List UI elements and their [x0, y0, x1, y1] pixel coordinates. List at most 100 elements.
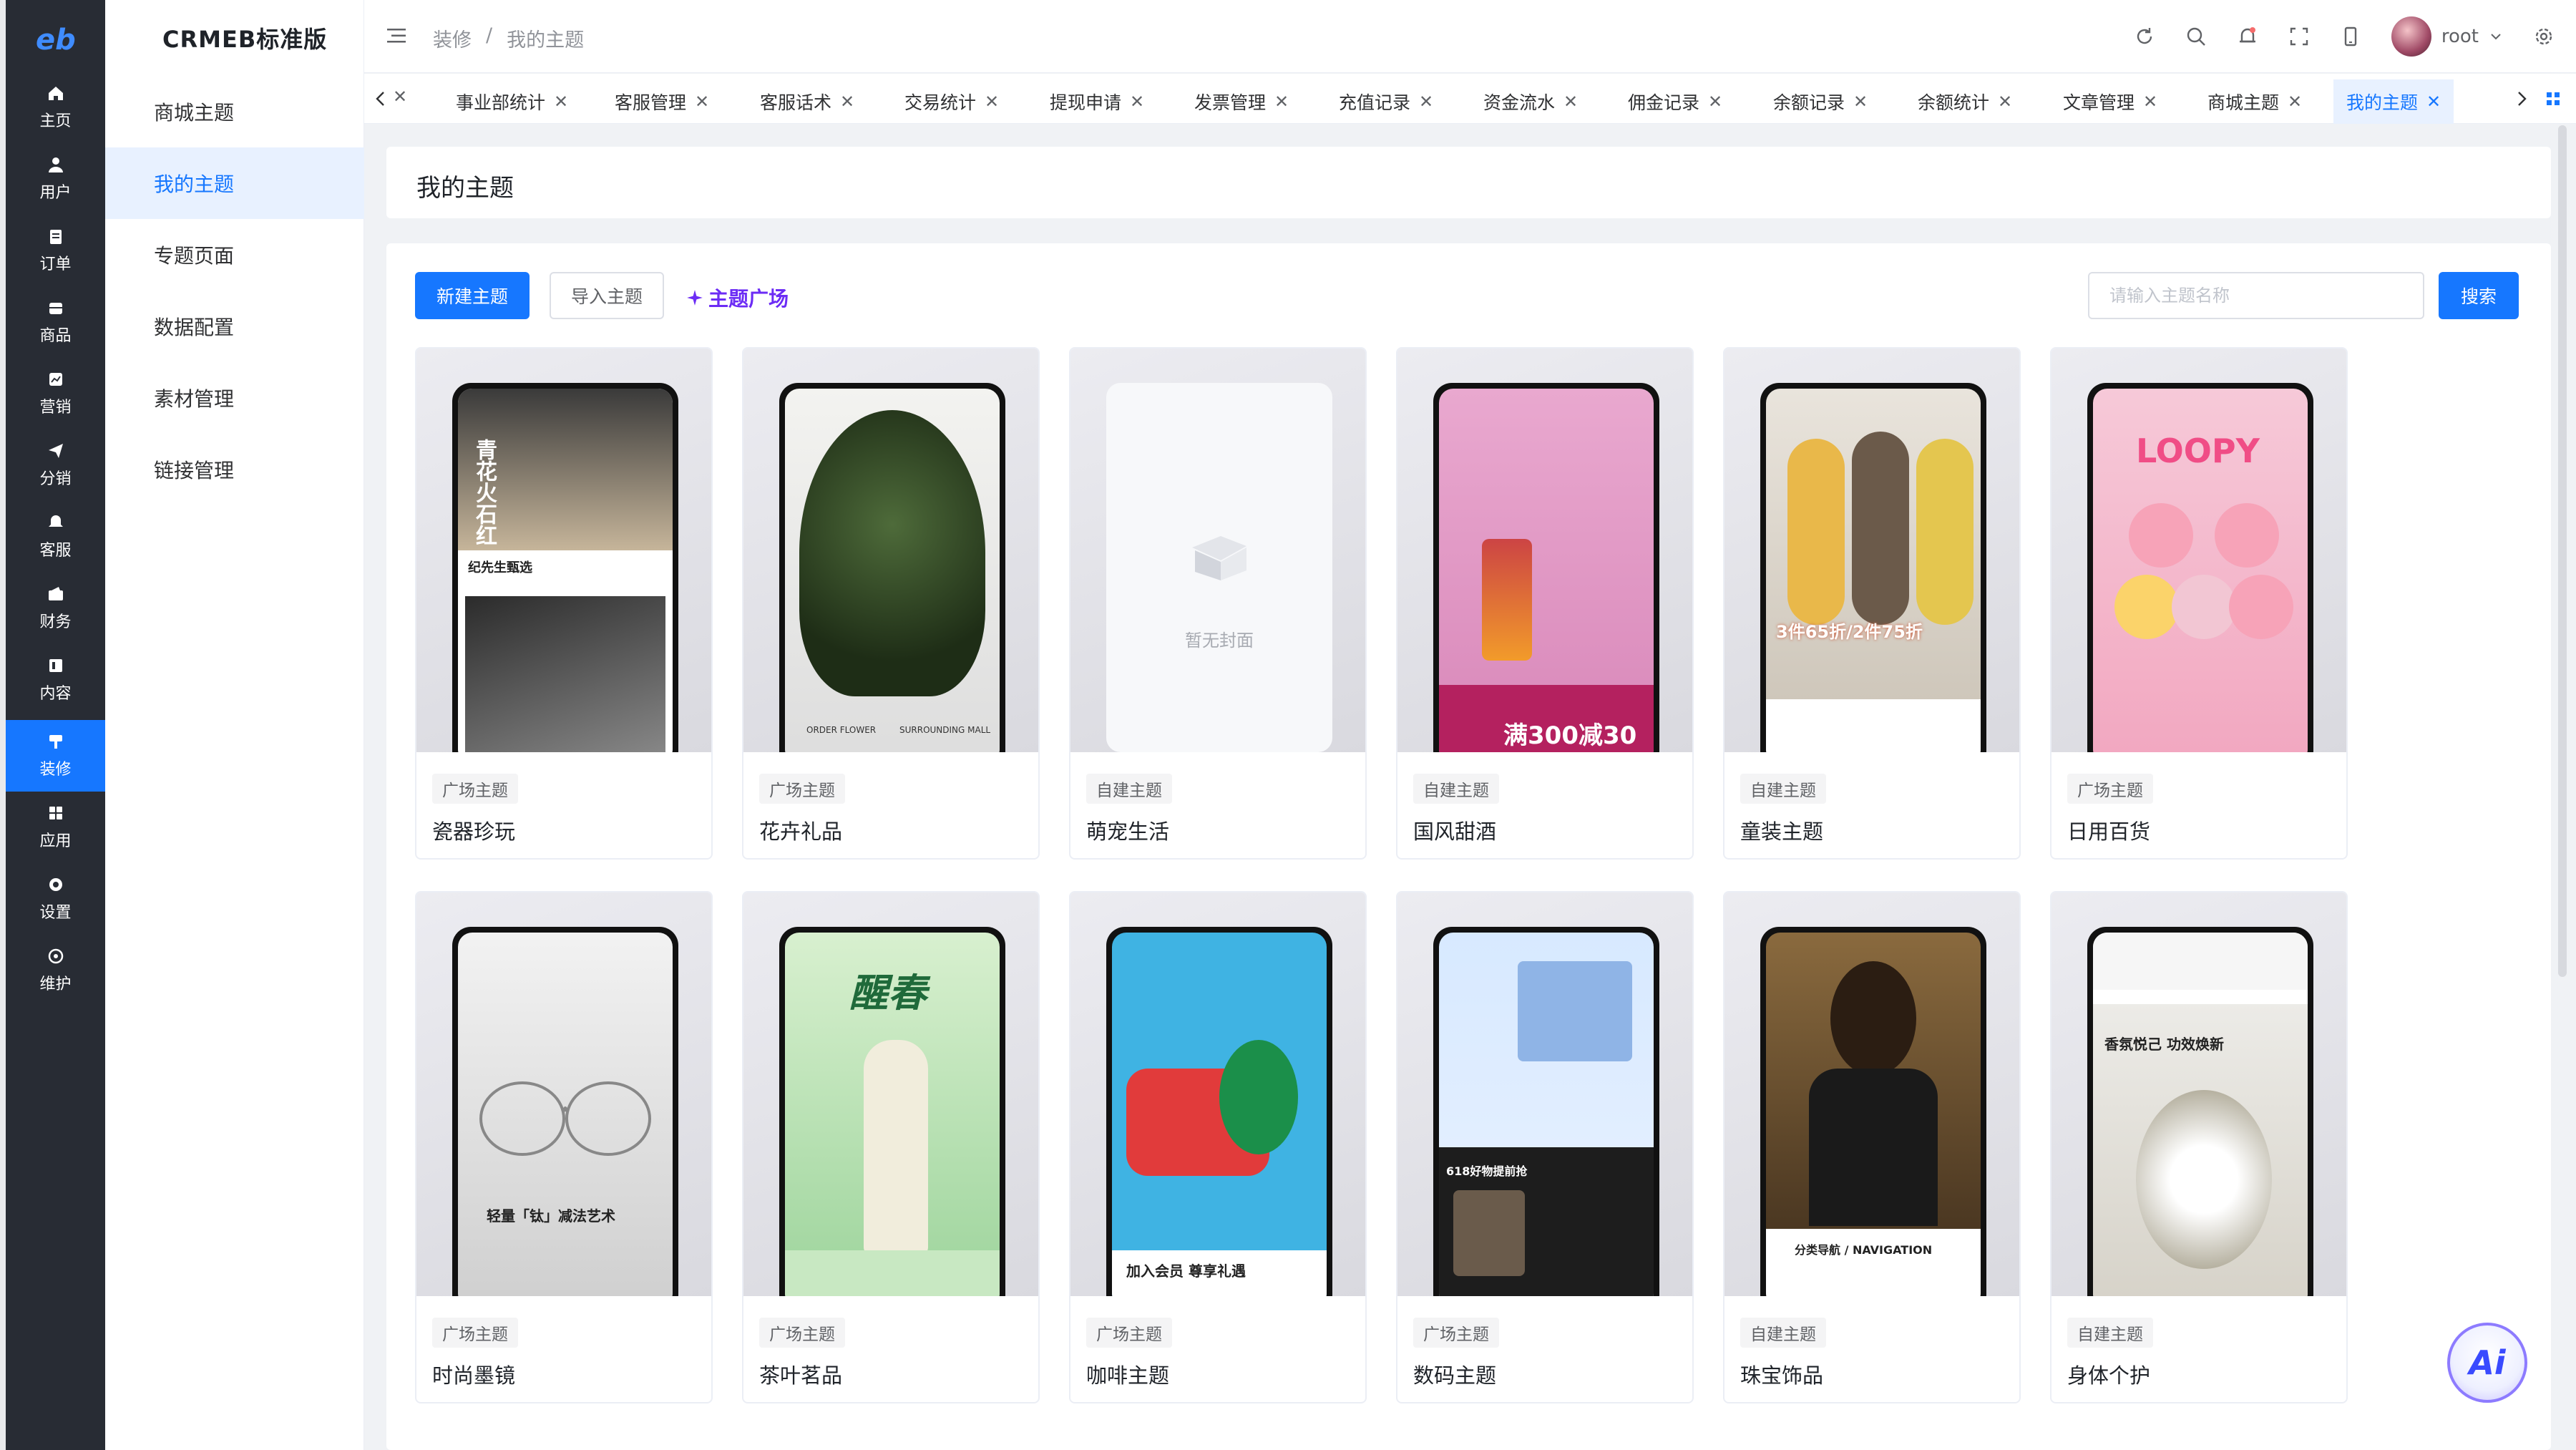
close-icon[interactable]: ✕ [2288, 92, 2302, 112]
close-icon[interactable]: ✕ [554, 92, 568, 112]
rail-item-maintenance[interactable]: 维护 [6, 935, 105, 1006]
rail-item-content[interactable]: 内容 [6, 644, 105, 716]
rail-item-distribution[interactable]: 分销 [6, 429, 105, 501]
theme-cover[interactable]: 满300减30 [1397, 349, 1692, 752]
app-logo[interactable]: eb [6, 10, 105, 67]
rail-item-order[interactable]: 订单 [6, 215, 105, 286]
tab-item[interactable]: 余额统计 ✕ [1905, 79, 2025, 124]
close-icon[interactable]: ✕ [2143, 92, 2157, 112]
tab-item[interactable]: 佣金记录 ✕ [1615, 79, 1735, 124]
close-icon[interactable]: ✕ [1563, 92, 1578, 112]
theme-card[interactable]: 分类导航 / NAVIGATION 自建主题 珠宝饰品 [1723, 891, 2021, 1403]
submenu-item-data-config[interactable]: 数据配置 [105, 291, 364, 362]
submenu-item-material[interactable]: 素材管理 [105, 362, 364, 434]
theme-cover[interactable]: ORDER FLOWER SURROUNDING MALL [743, 349, 1038, 752]
menu-toggle-icon[interactable] [386, 25, 407, 47]
close-icon[interactable]: ✕ [985, 92, 999, 112]
tab-item[interactable]: 客服管理 ✕ [602, 79, 722, 124]
rail-item-label: 维护 [39, 975, 72, 993]
apps-icon [49, 807, 62, 819]
tab-item[interactable]: 余额记录 ✕ [1760, 79, 1880, 124]
theme-cover[interactable]: 3件65折/2件75折 [1724, 349, 2019, 752]
theme-card[interactable]: 满300减30 自建主题 国风甜酒 [1396, 347, 1694, 860]
theme-cover[interactable]: 轻量「钛」减法艺术 [416, 892, 711, 1296]
search-icon[interactable] [2185, 26, 2207, 47]
theme-card[interactable]: 618好物提前抢 广场主题 数码主题 [1396, 891, 1694, 1403]
page-scrollbar[interactable] [2558, 125, 2567, 977]
theme-card[interactable]: 3件65折/2件75折 自建主题 童装主题 [1723, 347, 2021, 860]
theme-card[interactable]: 醒春 广场主题 茶叶茗品 [742, 891, 1040, 1403]
theme-cover[interactable]: 青花火石红 纪先生甄选 [416, 349, 711, 752]
rail-item-settings[interactable]: 设置 [6, 863, 105, 935]
tab-item[interactable]: 交易统计 ✕ [892, 79, 1012, 124]
close-icon[interactable]: ✕ [2426, 92, 2441, 112]
notification-bell-icon[interactable] [2237, 26, 2258, 47]
close-icon[interactable]: ✕ [393, 87, 407, 107]
import-theme-button[interactable]: 导入主题 [550, 272, 664, 319]
search-button[interactable]: 搜索 [2439, 272, 2519, 319]
rail-item-apps[interactable]: 应用 [6, 792, 105, 863]
rail-item-decoration[interactable]: 装修 [6, 720, 105, 792]
theme-cover[interactable]: 分类导航 / NAVIGATION [1724, 892, 2019, 1296]
rail-item-product[interactable]: 商品 [6, 286, 105, 358]
theme-card[interactable]: 暂无封面 自建主题 萌宠生活 [1069, 347, 1367, 860]
rail-item-label: 应用 [39, 832, 72, 850]
theme-plaza-link[interactable]: 主题广场 [686, 283, 789, 312]
close-icon[interactable]: ✕ [1274, 92, 1289, 112]
tab-item[interactable]: 充值记录 ✕ [1326, 79, 1446, 124]
theme-cover[interactable]: 醒春 [743, 892, 1038, 1296]
theme-type-tag: 广场主题 [2067, 774, 2153, 804]
close-icon[interactable]: ✕ [1419, 92, 1433, 112]
tab-item[interactable]: 发票管理 ✕ [1181, 79, 1302, 124]
theme-cover[interactable]: LOOPY [2051, 349, 2346, 752]
tab-item[interactable]: 事业部统计 ✕ [443, 79, 581, 124]
close-icon[interactable]: ✕ [1130, 92, 1144, 112]
theme-cover-phone: 分类导航 / NAVIGATION [1760, 927, 1986, 1296]
close-icon[interactable]: ✕ [1853, 92, 1868, 112]
close-icon[interactable]: ✕ [695, 92, 709, 112]
rail-item-service[interactable]: 客服 [6, 501, 105, 573]
tab-item[interactable]: 资金流水 ✕ [1470, 79, 1591, 124]
fullscreen-icon[interactable] [2288, 26, 2310, 47]
theme-search-input[interactable] [2088, 272, 2424, 319]
close-icon[interactable]: ✕ [1708, 92, 1722, 112]
close-icon[interactable]: ✕ [1998, 92, 2012, 112]
theme-cover[interactable]: 暂无封面 [1070, 349, 1365, 752]
close-icon[interactable]: ✕ [840, 92, 854, 112]
theme-cover[interactable]: 加入会员 尊享礼遇 [1070, 892, 1365, 1296]
settings-gear-icon[interactable] [2533, 26, 2555, 47]
rail-item-home[interactable]: 主页 [6, 72, 105, 143]
tab-item[interactable]: 商城主题 ✕ [2195, 79, 2315, 124]
tab-item[interactable]: 客服话术 ✕ [747, 79, 867, 124]
theme-card[interactable]: ORDER FLOWER SURROUNDING MALL 广场主题 花卉礼品 [742, 347, 1040, 860]
rail-item-marketing[interactable]: 营销 [6, 358, 105, 429]
breadcrumb-parent[interactable]: 装修 [433, 24, 472, 52]
tabs-scroll-left-icon[interactable] [370, 88, 391, 110]
tabs-grid-menu-icon[interactable] [2542, 88, 2564, 110]
new-theme-button[interactable]: 新建主题 [415, 272, 530, 319]
submenu-item-my-theme[interactable]: 我的主题 [105, 147, 364, 219]
rail-item-user[interactable]: 用户 [6, 143, 105, 215]
tab-item[interactable]: 文章管理 ✕ [2050, 79, 2170, 124]
theme-cover[interactable]: 618好物提前抢 [1397, 892, 1692, 1296]
theme-card[interactable]: 加入会员 尊享礼遇 广场主题 咖啡主题 [1069, 891, 1367, 1403]
theme-cover[interactable]: 香氛悦己 功效焕新 [2051, 892, 2346, 1296]
user-menu[interactable]: root [2391, 16, 2503, 57]
theme-type-tag: 广场主题 [432, 774, 518, 804]
tabs-scroll-right-icon[interactable] [2511, 88, 2532, 110]
tab-item[interactable]: 提现申请 ✕ [1037, 79, 1157, 124]
theme-card[interactable]: 轻量「钛」减法艺术 广场主题 时尚墨镜 [415, 891, 713, 1403]
submenu-item-special-page[interactable]: 专题页面 [105, 219, 364, 291]
mobile-preview-icon[interactable] [2340, 26, 2361, 47]
rail-item-label: 财务 [39, 613, 72, 631]
theme-card[interactable]: 香氛悦己 功效焕新 自建主题 身体个护 [2050, 891, 2348, 1403]
tab-item[interactable]: 我的主题 ✕ [2333, 79, 2454, 124]
refresh-icon[interactable] [2134, 26, 2155, 47]
theme-card[interactable]: LOOPY 广场主题 日用百货 [2050, 347, 2348, 860]
ai-assistant-button[interactable]: Ai [2447, 1323, 2527, 1403]
finance-icon [48, 587, 63, 600]
submenu-item-links[interactable]: 链接管理 [105, 434, 364, 505]
theme-card[interactable]: 青花火石红 纪先生甄选 广场主题 瓷器珍玩 [415, 347, 713, 860]
submenu-item-store-theme[interactable]: 商城主题 [105, 76, 364, 147]
rail-item-finance[interactable]: 财务 [6, 573, 105, 644]
